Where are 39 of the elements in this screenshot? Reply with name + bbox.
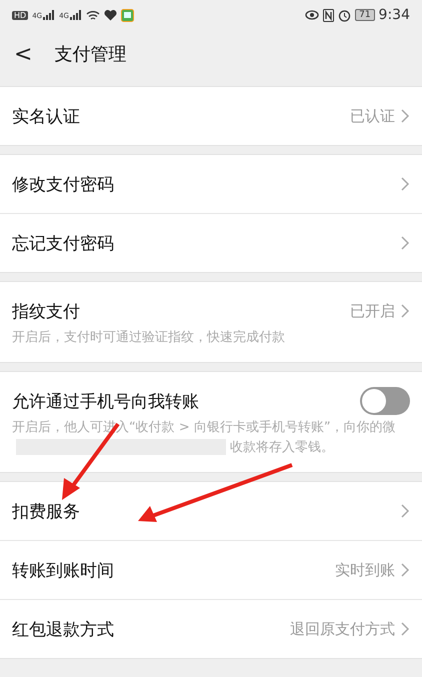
row-value: 已认证 [350,106,395,126]
row-description: 开启后，支付时可通过验证指纹，快速完成付款 [12,329,286,347]
settings-row[interactable]: 扣费服务 [0,482,422,540]
app-icon [120,8,134,22]
chevron-icon [401,622,410,636]
row-label: 扣费服务 [12,500,80,522]
row-value: 已开启 [350,302,395,320]
back-button[interactable]: < [10,42,36,66]
row-label: 红包退款方式 [12,618,114,640]
row-value: 实时到账 [335,560,395,580]
hd-badge: HD [12,10,28,20]
wifi-icon [86,10,100,20]
toggle-switch[interactable] [360,387,410,415]
settings-row[interactable]: 修改支付密码 [0,155,422,213]
heart-icon [104,10,117,20]
chevron-icon [401,236,410,250]
chevron-icon [401,177,410,191]
eye-icon [305,10,320,20]
settings-row[interactable]: 实名认证 已认证 [0,87,422,145]
settings-row[interactable]: 红包退款方式 退回原支付方式 [0,599,422,658]
row-label: 转账到账时间 [12,560,114,582]
chevron-icon [401,304,410,318]
alarm-icon [338,8,352,22]
settings-row[interactable]: 忘记支付密码 [0,213,422,272]
row-label: 指纹支付 [12,300,80,322]
settings-row[interactable]: 转账到账时间 实时到账 [0,540,422,599]
row-label: 忘记支付密码 [12,232,114,254]
chevron-icon [401,109,410,123]
row-value: 退回原支付方式 [290,620,395,638]
battery-icon: 71 [355,9,375,21]
row-label: 修改支付密码 [12,174,114,196]
row-label: 允许通过手机号向我转账 [12,390,199,412]
chevron-icon [401,504,410,518]
nfc-icon [323,8,334,22]
chevron-icon [401,563,410,577]
row-label: 实名认证 [12,106,80,128]
settings-row[interactable]: 指纹支付 已开启 开启后，支付时可通过验证指纹，快速完成付款 [0,282,422,362]
page-title: 支付管理 [54,43,126,66]
clock-time: 9:34 [378,7,410,23]
